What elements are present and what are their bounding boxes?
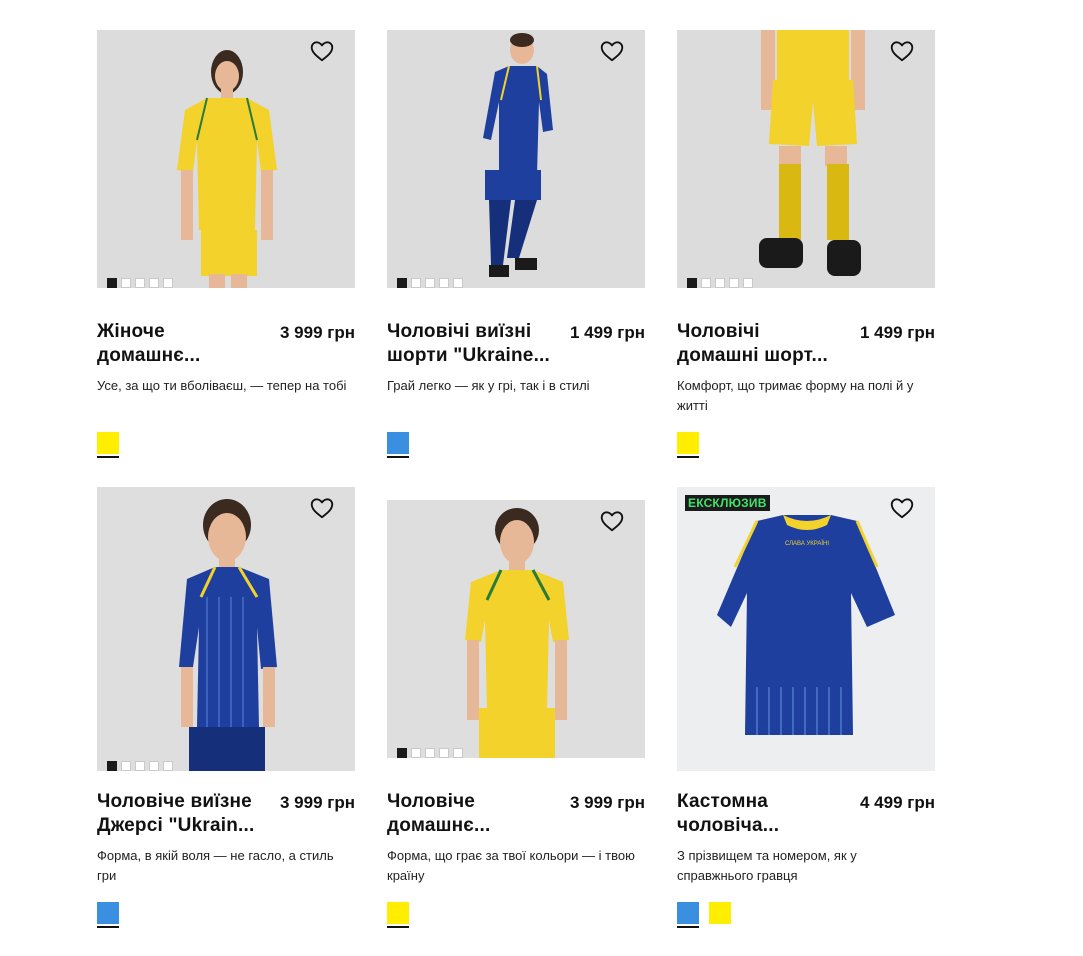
product-description: Форма, що грає за твої кольори — і твою … (387, 848, 635, 883)
image-pagination (107, 278, 173, 288)
image-dot[interactable] (149, 278, 159, 288)
color-swatches (677, 432, 699, 458)
image-dot[interactable] (397, 748, 407, 758)
product-title[interactable]: Жіноче домашнє... (97, 320, 265, 368)
product-description: Усе, за що ти вболіваєш, — тепер на тобі (97, 378, 347, 393)
color-swatch[interactable] (387, 432, 409, 458)
color-swatch[interactable] (387, 902, 409, 928)
image-dot[interactable] (439, 748, 449, 758)
color-swatches (677, 902, 731, 928)
product-image[interactable] (387, 30, 645, 288)
image-dot[interactable] (135, 278, 145, 288)
product-image[interactable] (97, 30, 355, 288)
product-title[interactable]: Чоловіче домашнє... (387, 790, 555, 838)
product-image[interactable] (97, 487, 355, 771)
product-price: 3 999 грн (280, 793, 355, 812)
product-title[interactable]: Кастомна чоловіча... (677, 790, 845, 838)
product-photo (97, 30, 355, 288)
product-photo (97, 487, 355, 771)
color-swatch[interactable] (677, 432, 699, 458)
product-card[interactable]: Жіноче домашнє... 3 999 грн Усе, за що т… (97, 30, 355, 458)
product-description: Комфорт, що тримає форму на полі й у жит… (677, 378, 914, 413)
image-dot[interactable] (715, 278, 725, 288)
color-swatches (97, 902, 119, 928)
product-photo (387, 500, 645, 758)
image-dot[interactable] (411, 278, 421, 288)
color-swatches (97, 432, 119, 458)
heart-outline-icon[interactable] (889, 495, 915, 521)
image-dot[interactable] (135, 761, 145, 771)
heart-outline-icon[interactable] (309, 495, 335, 521)
product-description: Грай легко — як у грі, так і в стилі (387, 378, 590, 393)
product-card[interactable]: Чоловічі виїзні шорти "Ukraine... 1 499 … (387, 30, 645, 458)
image-dot[interactable] (107, 761, 117, 771)
color-swatches (387, 902, 409, 928)
product-card[interactable]: СЛАВА УКРАЇНІ ЕКСКЛЮЗИВ Кастомна чоловіч… (677, 487, 935, 928)
image-dot[interactable] (425, 278, 435, 288)
product-image[interactable] (387, 500, 645, 758)
product-price: 3 999 грн (280, 323, 355, 342)
product-price: 3 999 грн (570, 793, 645, 812)
image-dot[interactable] (397, 278, 407, 288)
product-description: З прізвищем та номером, як у справжнього… (677, 848, 857, 883)
jersey-print-text: СЛАВА УКРАЇНІ (785, 540, 829, 547)
color-swatch[interactable] (709, 902, 731, 924)
image-dot[interactable] (121, 761, 131, 771)
image-dot[interactable] (453, 748, 463, 758)
product-image[interactable]: СЛАВА УКРАЇНІ ЕКСКЛЮЗИВ (677, 487, 935, 771)
product-image[interactable] (677, 30, 935, 288)
product-title[interactable]: Чоловіче виїзне Джерсі "Ukrain... (97, 790, 265, 838)
product-description: Форма, в якій воля — не гасло, а стиль г… (97, 848, 334, 883)
color-swatch[interactable] (97, 432, 119, 458)
image-dot[interactable] (729, 278, 739, 288)
product-price: 1 499 грн (570, 323, 645, 342)
product-photo: СЛАВА УКРАЇНІ (677, 487, 935, 771)
image-dot[interactable] (425, 748, 435, 758)
image-dot[interactable] (163, 761, 173, 771)
color-swatches (387, 432, 409, 458)
image-dot[interactable] (121, 278, 131, 288)
image-dot[interactable] (149, 761, 159, 771)
image-dot[interactable] (439, 278, 449, 288)
heart-outline-icon[interactable] (599, 38, 625, 64)
image-pagination (397, 748, 463, 758)
image-dot[interactable] (163, 278, 173, 288)
product-card[interactable]: Чоловіче домашнє... 3 999 грн Форма, що … (387, 487, 645, 928)
color-swatch[interactable] (677, 902, 699, 928)
product-photo (677, 30, 935, 288)
image-dot[interactable] (107, 278, 117, 288)
product-price: 1 499 грн (860, 323, 935, 342)
heart-outline-icon[interactable] (889, 38, 915, 64)
exclusive-badge: ЕКСКЛЮЗИВ (685, 495, 770, 511)
image-pagination (107, 761, 173, 771)
product-photo (387, 30, 645, 288)
product-card[interactable]: Чоловічі домашні шорт... 1 499 грн Комфо… (677, 30, 935, 458)
product-title[interactable]: Чоловічі виїзні шорти "Ukraine... (387, 320, 555, 368)
image-dot[interactable] (743, 278, 753, 288)
image-dot[interactable] (687, 278, 697, 288)
product-title[interactable]: Чоловічі домашні шорт... (677, 320, 845, 368)
product-price: 4 499 грн (860, 793, 935, 812)
image-pagination (397, 278, 463, 288)
image-dot[interactable] (701, 278, 711, 288)
heart-outline-icon[interactable] (309, 38, 335, 64)
image-dot[interactable] (453, 278, 463, 288)
image-dot[interactable] (411, 748, 421, 758)
product-card[interactable]: Чоловіче виїзне Джерсі "Ukrain... 3 999 … (97, 487, 355, 928)
image-pagination (687, 278, 753, 288)
color-swatch[interactable] (97, 902, 119, 928)
heart-outline-icon[interactable] (599, 508, 625, 534)
